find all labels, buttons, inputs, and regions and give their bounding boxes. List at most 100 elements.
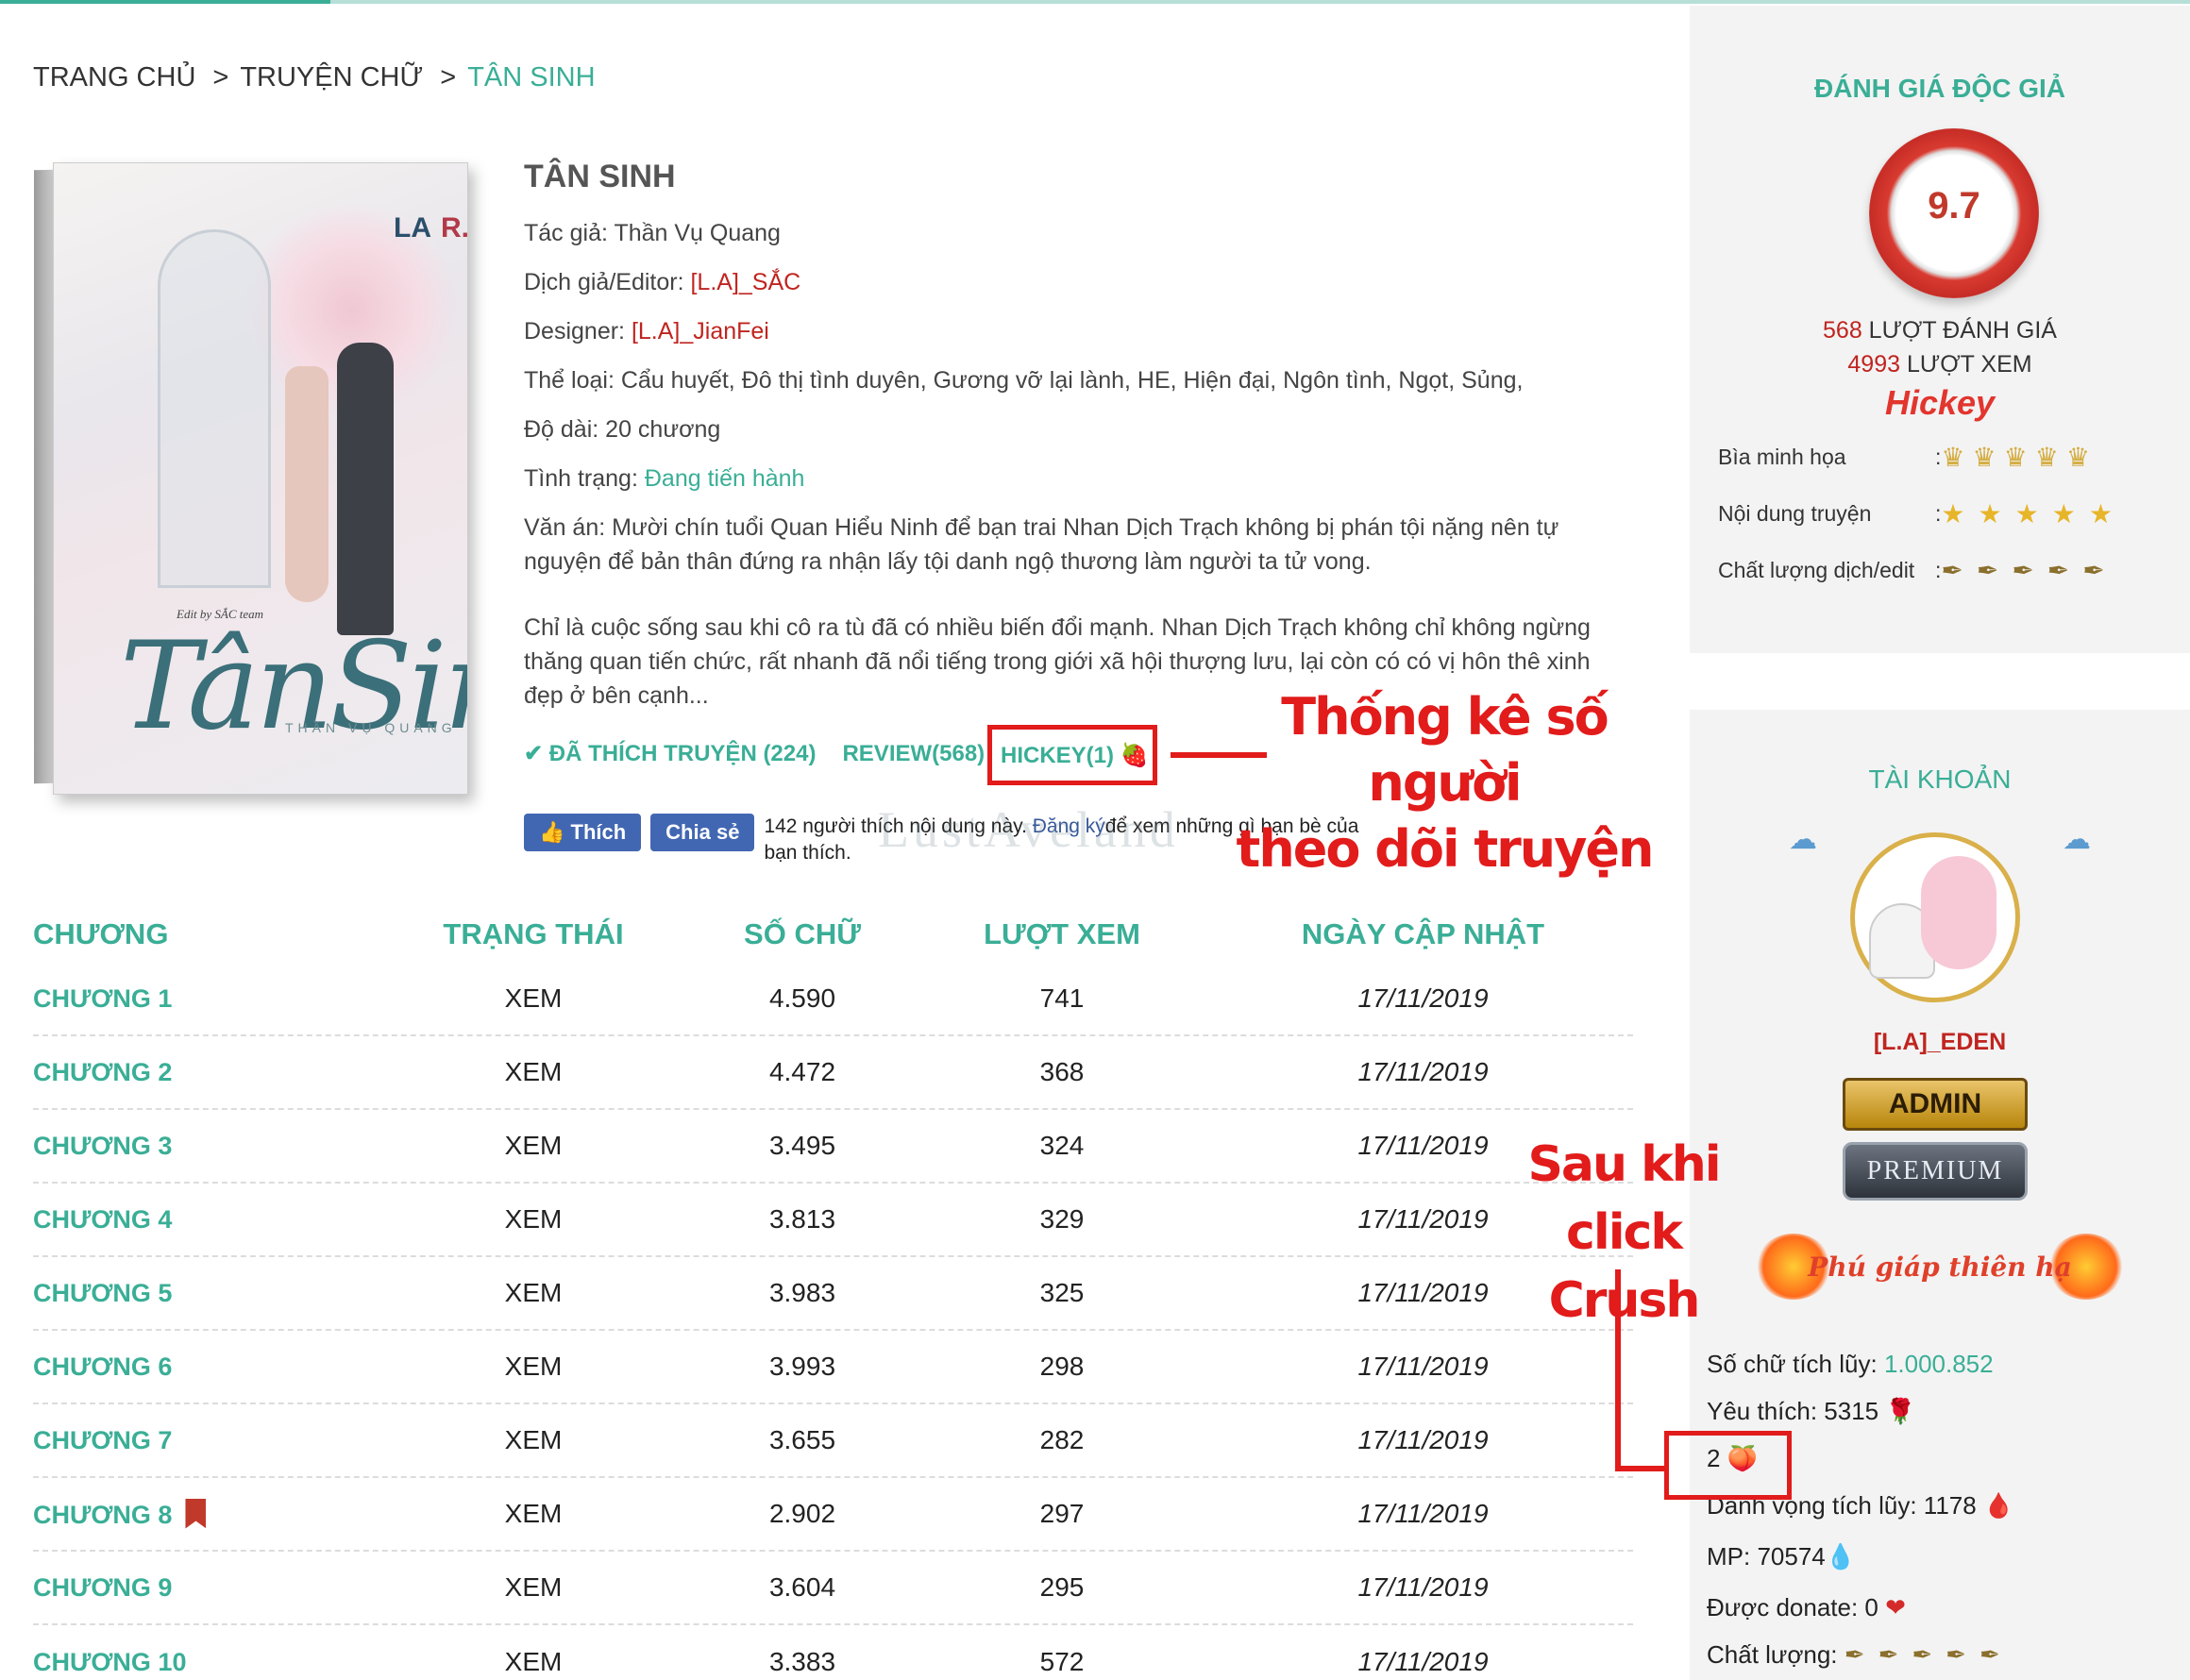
annotation-arrow: [1615, 1466, 1667, 1471]
chapter-link-cell: CHƯƠNG 8: [33, 1498, 373, 1530]
chapter-table: CHƯƠNG TRẠNG THÁI SỐ CHỮ LƯỢT XEM NGÀY C…: [33, 906, 1633, 1680]
crown-icon: ♛: [2034, 443, 2059, 472]
designer-row: Designer: [L.A]_JianFei: [524, 307, 1628, 356]
view-status[interactable]: XEM: [373, 1278, 694, 1308]
username[interactable]: [L.A]_EDEN: [1690, 1029, 2190, 1056]
medal-star-icon: ★ ★ ★ ★ ★: [1941, 498, 2113, 529]
views-count: 4993 LƯỢT XEM: [1690, 351, 2190, 378]
update-date: 17/11/2019: [1357, 1057, 1489, 1086]
word-count: 4.472: [768, 1057, 836, 1086]
rating-label: Nội dung truyện: [1718, 501, 1872, 526]
update-date: 17/11/2019: [1357, 1425, 1489, 1454]
rose-icon: 🌹: [1885, 1397, 1916, 1425]
view-status[interactable]: XEM: [373, 1204, 694, 1235]
book-title: TÂN SINH: [524, 159, 676, 194]
header-chapter: CHƯƠNG: [33, 917, 169, 950]
chapter-link[interactable]: CHƯƠNG 5: [33, 1279, 373, 1308]
crown-icon: ♛: [2065, 443, 2090, 472]
review-button[interactable]: REVIEW(568): [842, 741, 985, 767]
word-count: 3.813: [768, 1204, 836, 1234]
chapter-link[interactable]: CHƯƠNG 6: [33, 1352, 373, 1382]
chapter-link[interactable]: CHƯƠNG 8: [33, 1501, 172, 1529]
pen-icon: ✒: [1844, 1640, 1878, 1669]
words-label: Số chữ tích lũy:: [1707, 1350, 1884, 1378]
header-words: SỐ CHỮ: [744, 917, 861, 950]
view-count: 325: [1039, 1278, 1085, 1307]
header-status: TRẠNG THÁI: [443, 917, 624, 950]
pen-icon: ✒: [1946, 1640, 1979, 1669]
woman-figure-art: [285, 366, 328, 602]
rating-row-translation: Chất lượng dịch/edit: ✒ ✒ ✒ ✒ ✒: [1718, 555, 2171, 586]
author-label: Tác giả:: [524, 220, 608, 246]
view-status[interactable]: XEM: [373, 1131, 694, 1161]
view-count: 295: [1039, 1572, 1085, 1602]
bookmark-icon[interactable]: [185, 1498, 207, 1529]
highlight-box-crush: [1664, 1431, 1792, 1500]
cloud-icon: ☁: [2063, 824, 2091, 855]
view-count: 298: [1039, 1352, 1085, 1381]
status-row: Tình trạng: Đang tiến hành: [524, 454, 1628, 503]
view-status[interactable]: XEM: [373, 1499, 694, 1529]
genre-row: Thể loại: Cẩu huyết, Đô thị tình duyên, …: [524, 356, 1628, 405]
view-status[interactable]: XEM: [373, 1572, 694, 1603]
table-row: CHƯƠNG 2 XEM 4.472 368 17/11/2019: [33, 1036, 1633, 1110]
cloud-decoration-icon: ☁ ☁: [1789, 823, 2091, 861]
chapter-link[interactable]: CHƯƠNG 2: [33, 1058, 373, 1087]
update-date: 17/11/2019: [1357, 1647, 1489, 1676]
breadcrumb-category[interactable]: TRUYỆN CHỮ: [240, 62, 423, 92]
hickey-brand-logo: Hickey: [1884, 383, 1996, 422]
translator-label: Dịch giả/Editor:: [524, 269, 684, 295]
view-status[interactable]: XEM: [373, 1057, 694, 1087]
premium-badge: PREMIUM: [1843, 1142, 2028, 1201]
annotation-follow-stats: Thống kê số người theo dõi truyện: [1227, 684, 1661, 882]
medal-star-icon: ★: [2014, 499, 2039, 529]
facebook-like-button[interactable]: 👍 Thích: [524, 814, 642, 851]
word-count: 3.383: [768, 1647, 836, 1676]
view-status[interactable]: XEM: [373, 1425, 694, 1455]
annotation-arrow: [1615, 1269, 1621, 1470]
breadcrumb-home[interactable]: TRANG CHỦ: [33, 62, 195, 92]
title-badge: Phú giáp thiên hạ: [1808, 1252, 2072, 1283]
word-count: 3.993: [768, 1352, 836, 1381]
view-count: 282: [1039, 1425, 1085, 1454]
annotation-line: click Crush: [1548, 1204, 1701, 1329]
view-count: 297: [1039, 1499, 1085, 1528]
blood-drop-icon: 🩸: [1982, 1491, 2014, 1520]
view-count: 329: [1039, 1204, 1085, 1234]
annotation-line: Sau khi: [1527, 1136, 1721, 1193]
chapter-link[interactable]: CHƯƠNG 4: [33, 1205, 373, 1235]
table-row: CHƯƠNG 9 XEM 3.604 295 17/11/2019: [33, 1552, 1633, 1625]
medal-star-icon: ★: [2051, 499, 2076, 529]
pen-icon: ✒: [1878, 1640, 1912, 1669]
status-value: Đang tiến hành: [644, 465, 805, 492]
likes-label: Yêu thích: 5315: [1707, 1397, 1879, 1425]
pen-icon: ✒: [2047, 556, 2070, 585]
view-status[interactable]: XEM: [373, 1647, 694, 1677]
facebook-share-button[interactable]: Chia sẻ: [650, 814, 755, 851]
chapter-link[interactable]: CHƯƠNG 9: [33, 1573, 373, 1603]
table-row: CHƯƠNG 4 XEM 3.813 329 17/11/2019: [33, 1184, 1633, 1257]
chapter-link[interactable]: CHƯƠNG 7: [33, 1426, 373, 1455]
crown-icon: ♛: [1941, 443, 1965, 472]
translator-link[interactable]: [L.A]_SẮC: [690, 269, 800, 295]
designer-label: Designer:: [524, 318, 625, 344]
views-count-value: 4993: [1847, 351, 1901, 378]
pen-icon: ✒: [1979, 1640, 2013, 1669]
view-status[interactable]: XEM: [373, 1352, 694, 1382]
rating-label: Bìa minh họa: [1718, 445, 1846, 469]
update-date: 17/11/2019: [1357, 983, 1489, 1013]
chapter-link[interactable]: CHƯƠNG 1: [33, 984, 373, 1014]
crown-icon: ♛: [2003, 443, 2028, 472]
annotation-line: Thống kê số người: [1281, 687, 1609, 813]
pen-icon: ✒ ✒ ✒ ✒ ✒: [1941, 555, 2104, 586]
crown-icon: ♛ ♛ ♛ ♛ ♛: [1941, 442, 2090, 473]
designer-link[interactable]: [L.A]_JianFei: [632, 318, 769, 344]
chapter-link[interactable]: CHƯƠNG 10: [33, 1648, 373, 1677]
view-status[interactable]: XEM: [373, 983, 694, 1014]
cover-author: THẦN VỤ QUANG: [285, 720, 457, 735]
word-count: 3.655: [768, 1425, 836, 1454]
medal-star-icon: ★: [1978, 499, 2002, 529]
chapter-link[interactable]: CHƯƠNG 3: [33, 1132, 373, 1161]
breadcrumb-current: TÂN SINH: [467, 62, 596, 92]
liked-story-button[interactable]: ✔ ĐÃ THÍCH TRUYỆN (224): [524, 740, 816, 767]
